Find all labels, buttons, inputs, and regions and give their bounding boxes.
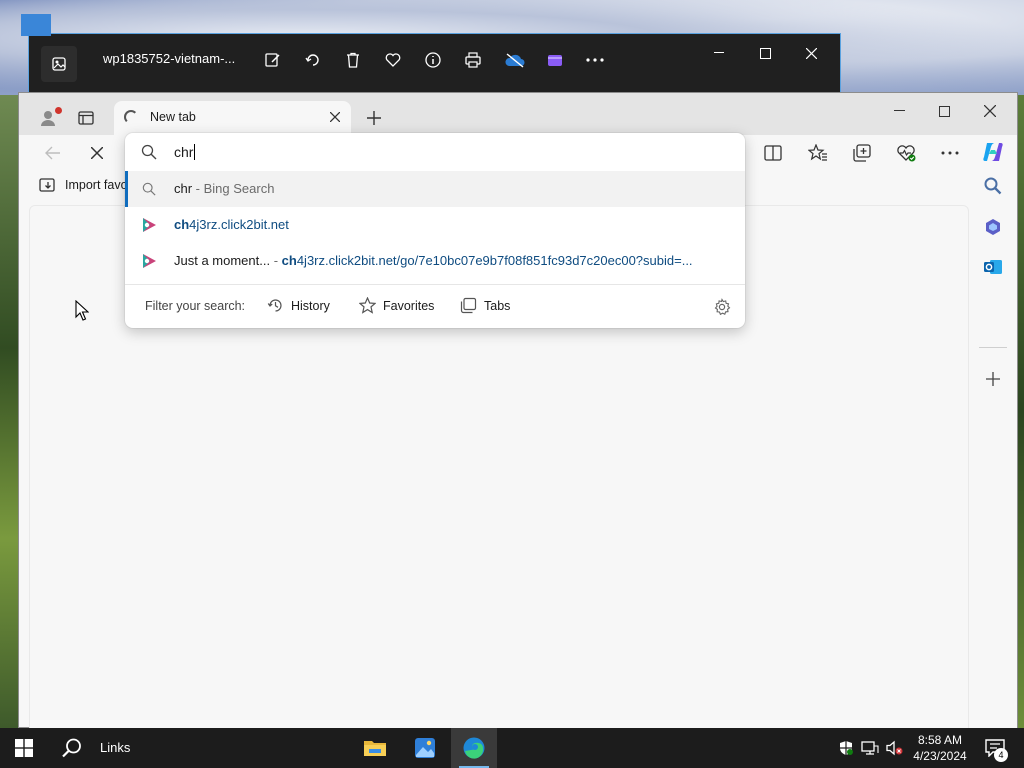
suggestion-query: chr — [174, 181, 193, 196]
site-favicon-icon — [141, 217, 157, 233]
edge-taskbar-button[interactable] — [451, 728, 497, 768]
print-icon[interactable] — [461, 48, 485, 72]
image-thumbnail-icon[interactable] — [41, 46, 77, 82]
suggestion-separator: - — [270, 253, 282, 268]
star-icon — [359, 297, 376, 314]
photos-minimize-button[interactable] — [699, 40, 739, 66]
filter-history-label: History — [291, 298, 330, 313]
suggestion-page-title: Just a moment... — [174, 253, 271, 268]
taskbar: Links 8:58 AM 4/23/2024 4 — [0, 728, 1024, 768]
import-favorites-label: Import favo — [65, 178, 128, 192]
profile-notification-dot — [55, 107, 62, 114]
clock-time: 8:58 AM — [917, 733, 963, 747]
photos-icon — [415, 738, 435, 758]
mouse-cursor-icon — [75, 299, 90, 325]
collections-icon[interactable] — [847, 139, 877, 167]
links-toolbar[interactable]: Links — [100, 740, 130, 755]
clipchamp-icon[interactable] — [543, 48, 567, 72]
loading-spinner-icon — [124, 110, 138, 124]
history-icon — [267, 299, 282, 312]
edge-sidebar — [969, 135, 1017, 729]
suggestion-url: 4j3rz.click2bit.net/go/7e10bc07e9b7f08f8… — [296, 253, 693, 268]
microsoft-365-icon[interactable] — [979, 213, 1007, 241]
tab-new-tab[interactable]: New tab — [114, 101, 351, 135]
photos-window[interactable]: wp1835752-vietnam-... — [21, 14, 841, 93]
suggestion-bing-search[interactable]: chr - Bing Search — [125, 171, 745, 207]
volume-muted-icon[interactable] — [884, 738, 904, 758]
desktop-wallpaper-left — [0, 95, 20, 728]
clock-date: 4/23/2024 — [913, 749, 967, 763]
search-icon — [141, 181, 157, 197]
tab-actions-icon[interactable] — [75, 107, 97, 129]
split-screen-icon[interactable] — [758, 139, 788, 167]
suggestion-source: - Bing Search — [192, 181, 275, 196]
title-bar: New tab — [19, 93, 1017, 135]
onedrive-icon[interactable] — [503, 48, 527, 72]
desktop-icon-fragment — [21, 14, 51, 36]
rotate-icon[interactable] — [301, 48, 325, 72]
filter-tabs-button[interactable]: Tabs — [460, 297, 510, 314]
search-icon — [62, 738, 81, 758]
filter-tabs-label: Tabs — [484, 298, 511, 313]
text-caret — [194, 144, 196, 160]
filter-history-button[interactable]: History — [267, 297, 330, 314]
maximize-button[interactable] — [922, 97, 966, 125]
close-button[interactable] — [968, 97, 1012, 125]
delete-icon[interactable] — [341, 48, 365, 72]
favorite-icon[interactable] — [381, 48, 405, 72]
gear-icon[interactable] — [712, 297, 732, 317]
tab-close-icon[interactable] — [325, 107, 345, 127]
photos-close-button[interactable] — [791, 40, 831, 66]
suggestion-history[interactable]: Just a moment... - ch4j3rz.click2bit.net… — [125, 243, 745, 279]
sidebar-search-icon[interactable] — [979, 172, 1007, 200]
more-icon[interactable] — [583, 48, 607, 72]
photos-maximize-button[interactable] — [745, 40, 785, 66]
file-explorer-taskbar-button[interactable] — [352, 728, 398, 768]
sidebar-divider — [979, 347, 1007, 348]
filter-favorites-label: Favorites — [383, 298, 435, 313]
address-bar-dropdown: chr chr - Bing Search ch4j3rz.click2bit.… — [125, 133, 745, 328]
tabs-icon — [460, 297, 477, 314]
security-shield-icon[interactable] — [836, 738, 856, 758]
taskbar-search-button[interactable] — [52, 728, 92, 768]
favorites-star-icon[interactable] — [803, 139, 833, 167]
suggestion-site[interactable]: ch4j3rz.click2bit.net — [125, 207, 745, 243]
windows-logo-icon — [15, 739, 33, 757]
minimize-button[interactable] — [877, 97, 921, 125]
copilot-icon[interactable] — [979, 138, 1007, 166]
info-icon[interactable] — [421, 48, 445, 72]
new-tab-button[interactable] — [361, 105, 387, 131]
suggestion-match: ch — [281, 253, 297, 268]
photos-taskbar-button[interactable] — [402, 728, 448, 768]
outlook-icon[interactable] — [979, 253, 1007, 281]
stop-loading-icon[interactable] — [83, 139, 111, 167]
photos-filename: wp1835752-vietnam-... — [103, 51, 236, 66]
back-arrow-icon[interactable] — [39, 139, 67, 167]
import-icon — [39, 178, 55, 192]
address-bar-input[interactable]: chr — [125, 133, 745, 171]
desktop-wallpaper-right — [1018, 95, 1024, 728]
settings-more-icon[interactable] — [935, 139, 965, 167]
notification-count-badge: 4 — [994, 748, 1008, 762]
search-icon — [141, 144, 157, 160]
edge-icon — [463, 737, 485, 759]
browser-essentials-icon[interactable] — [891, 139, 921, 167]
start-button[interactable] — [4, 728, 44, 768]
suggestion-match: ch — [174, 217, 190, 232]
file-explorer-icon — [364, 741, 386, 756]
filter-favorites-button[interactable]: Favorites — [359, 297, 434, 314]
network-icon[interactable] — [860, 738, 880, 758]
address-bar-text: chr — [174, 144, 194, 160]
tab-title: New tab — [150, 110, 196, 124]
import-favorites-button[interactable]: Import favo — [39, 177, 129, 193]
search-filter-row: Filter your search: History Favorites Ta… — [125, 285, 745, 328]
add-sidebar-app-icon[interactable] — [979, 365, 1007, 393]
site-favicon-icon — [141, 253, 157, 269]
suggestion-url: 4j3rz.click2bit.net — [189, 217, 289, 232]
edit-icon[interactable] — [261, 48, 285, 72]
filter-label: Filter your search: — [145, 299, 246, 313]
system-clock[interactable]: 8:58 AM 4/23/2024 — [908, 732, 972, 764]
